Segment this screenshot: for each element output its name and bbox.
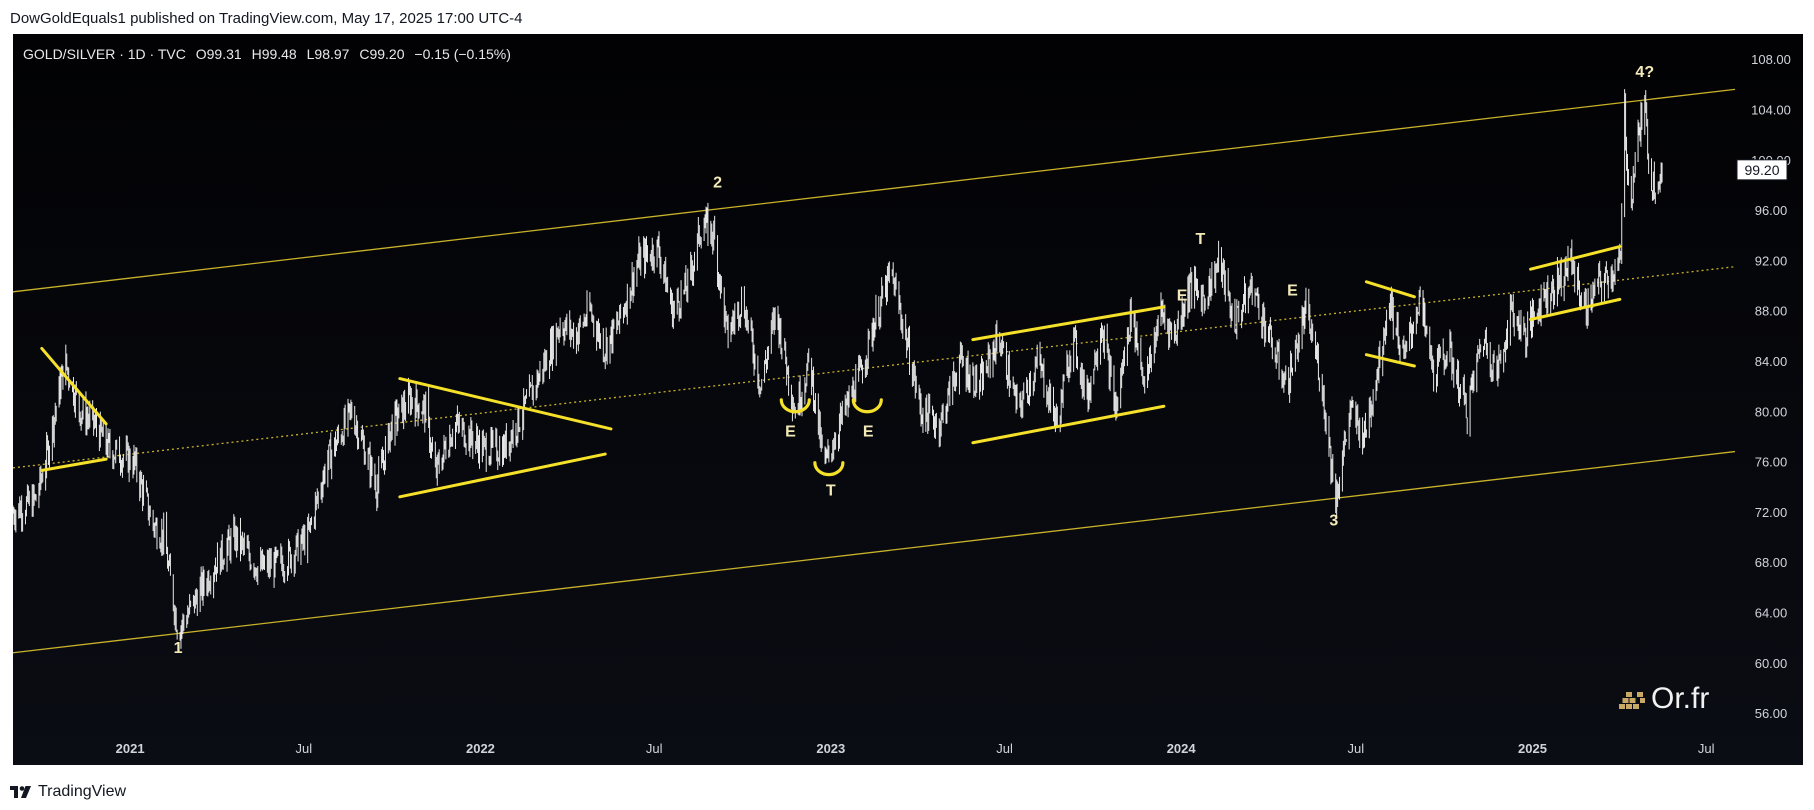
price-tick-label: 72.00 — [1755, 505, 1788, 520]
pattern-trendline — [398, 377, 613, 431]
wave-label: T — [826, 483, 836, 500]
legend-open: O99.31 — [195, 46, 242, 62]
wave-label: 4? — [1635, 64, 1654, 81]
pattern-arc — [851, 398, 883, 414]
last-price-label: 99.20 — [1744, 162, 1779, 178]
wave-label: T — [1195, 231, 1205, 248]
wave-label: 2 — [713, 174, 722, 191]
wave-label: E — [863, 423, 874, 440]
time-tick-label: Jul — [1698, 741, 1715, 756]
publish-text: DowGoldEquals1 published on TradingView.… — [10, 10, 523, 27]
wave-label: 3 — [1329, 513, 1338, 530]
time-axis[interactable]: 2021 Jul 2022 Jul 2023 Jul 2024 Jul 2025 Jul — [13, 732, 1735, 765]
legend-high: H99.48 — [251, 46, 297, 62]
time-tick-label: Jul — [996, 741, 1013, 756]
footer: TradingView — [10, 780, 126, 804]
price-tick-label: 88.00 — [1755, 304, 1788, 319]
tradingview-logo-icon[interactable] — [10, 785, 32, 799]
pattern-arc — [813, 461, 845, 477]
footer-brand[interactable]: TradingView — [38, 783, 126, 801]
time-tick-label: 2025 — [1518, 741, 1547, 756]
price-tick-label: 60.00 — [1755, 656, 1788, 671]
price-tick-label: 104.00 — [1751, 102, 1791, 117]
price-tick-label: 84.00 — [1755, 354, 1788, 369]
publish-bar: DowGoldEquals1 published on TradingView.… — [0, 0, 1814, 34]
orfr-watermark: Or.fr — [1619, 682, 1709, 716]
time-tick-label: 2022 — [466, 741, 495, 756]
time-tick-label: 2024 — [1167, 741, 1197, 756]
wave-label: E — [785, 423, 796, 440]
price-tick-label: 76.00 — [1755, 455, 1788, 470]
price-tick-label: 64.00 — [1755, 606, 1788, 621]
gold-bars-icon — [1619, 692, 1645, 709]
time-tick-label: Jul — [296, 741, 313, 756]
pattern-trendline — [1529, 297, 1622, 321]
wave-label: E — [1287, 283, 1298, 300]
price-tick-label: 80.00 — [1755, 404, 1788, 419]
price-bars — [13, 89, 1663, 649]
symbol-legend[interactable]: GOLD/SILVER · 1D · TVC O99.31 H99.48 L98… — [23, 46, 517, 62]
time-tick-label: 2021 — [116, 741, 145, 756]
wave-label: E — [1177, 288, 1188, 305]
legend-symbol: GOLD/SILVER · 1D · TVC — [23, 46, 186, 62]
price-tick-label: 108.00 — [1751, 52, 1791, 67]
legend-change: −0.15 (−0.15%) — [414, 46, 511, 62]
price-tick-label: 68.00 — [1755, 555, 1788, 570]
chart-plot-area[interactable]: 1 2 T E E E T E 3 4? — [13, 34, 1735, 732]
chart-svg: 1 2 T E E E T E 3 4? — [13, 64, 1735, 657]
price-axis[interactable]: 56.00 60.00 64.00 68.00 72.00 76.00 80.00 84.00… — [1735, 34, 1803, 732]
time-tick-label: Jul — [1348, 741, 1365, 756]
price-tick-label: 56.00 — [1755, 706, 1788, 721]
pattern-trendline — [40, 346, 108, 426]
time-axis-svg: 2021 Jul 2022 Jul 2023 Jul 2024 Jul 2025 Jul — [116, 741, 1715, 756]
pattern-trendline — [971, 404, 1166, 445]
price-tick-label: 92.00 — [1755, 253, 1788, 268]
wave-label: 1 — [174, 640, 183, 657]
watermark-text: Or.fr — [1651, 682, 1710, 715]
legend-low: L98.97 — [306, 46, 350, 62]
price-tick-label: 96.00 — [1755, 203, 1788, 218]
time-tick-label: 2023 — [816, 741, 845, 756]
legend-close: C99.20 — [359, 46, 405, 62]
channel-line — [13, 88, 1735, 293]
time-tick-label: Jul — [646, 741, 663, 756]
pattern-trendline — [1364, 353, 1416, 368]
price-axis-svg: 56.00 60.00 64.00 68.00 72.00 76.00 80.00 84.00… — [1736, 52, 1791, 721]
